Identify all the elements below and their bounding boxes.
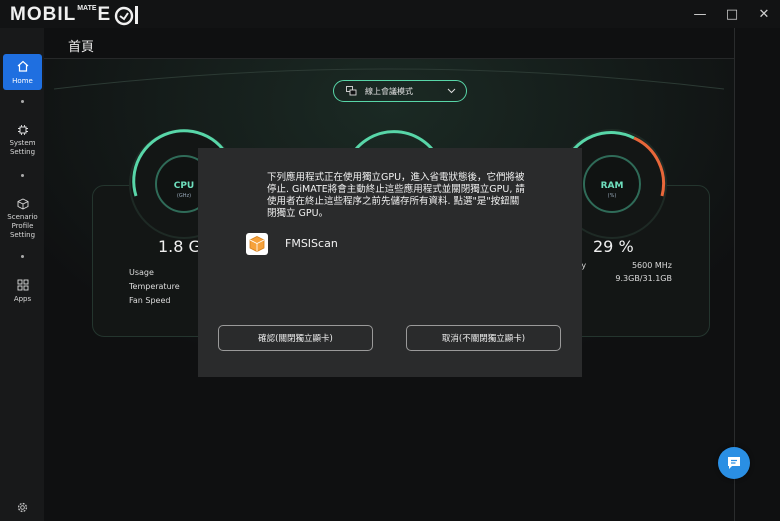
sidebar-item-label: Home xyxy=(12,77,33,85)
logo-superscript: MATE xyxy=(77,4,97,12)
sidebar-item-label: System Setting xyxy=(9,139,36,156)
sidebar-item-apps[interactable]: Apps xyxy=(3,279,42,309)
sidebar-item-home[interactable]: Home xyxy=(3,54,42,90)
dialog-message: 下列應用程式正在使用獨立GPU，進入省電狀態後，它們將被停止. GiMATE將會… xyxy=(267,172,525,219)
mode-select[interactable]: 線上會議模式 xyxy=(333,80,467,102)
sidebar-divider-dot xyxy=(21,174,24,177)
ram-stat-usage-value: 9.3GB/31.1GB xyxy=(615,274,672,283)
home-icon xyxy=(17,60,28,72)
cpu-stat-temperature: Temperature xyxy=(129,282,180,291)
chat-icon xyxy=(728,457,740,469)
logo-mark-icon xyxy=(115,6,139,26)
cpu-gauge-unit: (GHz) xyxy=(176,193,192,199)
logo-text-end: E xyxy=(97,4,112,25)
sidebar-divider-dot xyxy=(21,255,24,258)
cpu-stat-usage: Usage xyxy=(129,268,154,277)
cpu-gauge-label: CPU xyxy=(173,181,195,191)
sidebar-divider-dot xyxy=(21,100,24,103)
page-title: 首頁 xyxy=(68,40,95,55)
close-button[interactable]: ✕ xyxy=(748,0,780,28)
logo-text: MOBIL xyxy=(10,4,77,25)
sidebar-item-label: Apps xyxy=(13,295,32,303)
app-icon xyxy=(246,233,268,255)
right-panel xyxy=(734,28,780,521)
ram-gauge-label: RAM xyxy=(600,181,624,191)
gear-icon[interactable] xyxy=(17,502,28,513)
meeting-icon xyxy=(346,86,357,96)
app-logo: MOBIL MATE E xyxy=(10,4,141,26)
grid-icon xyxy=(17,279,28,291)
ram-value: 29 % xyxy=(593,237,634,256)
sidebar-item-label: Scenario Profile Setting xyxy=(7,213,38,239)
sidebar: Home System Setting Scenario Profile Set… xyxy=(0,28,44,521)
ram-gauge-unit: (%) xyxy=(607,193,617,199)
cpu-stat-fan-speed: Fan Speed xyxy=(129,296,171,305)
package-icon xyxy=(249,236,265,252)
mode-select-value: 線上會議模式 xyxy=(365,86,413,96)
confirm-button[interactable]: 確認(關閉獨立顯卡) xyxy=(218,325,373,351)
title-bar: MOBIL MATE E — □ ✕ xyxy=(0,0,780,28)
app-name: FMSIScan xyxy=(285,237,338,250)
chat-button[interactable] xyxy=(718,447,750,479)
cube-icon xyxy=(17,198,28,210)
gpu-dialog: 下列應用程式正在使用獨立GPU，進入省電狀態後，它們將被停止. GiMATE將會… xyxy=(198,148,582,377)
minimize-button[interactable]: — xyxy=(684,0,716,28)
ram-stat-frequency-value: 5600 MHz xyxy=(631,261,672,270)
sidebar-item-system-setting[interactable]: System Setting xyxy=(3,124,42,160)
sidebar-item-scenario-profile[interactable]: Scenario Profile Setting xyxy=(3,198,42,242)
chevron-down-icon xyxy=(447,88,456,94)
chip-icon xyxy=(17,125,28,135)
cancel-button[interactable]: 取消(不關閉獨立顯卡) xyxy=(406,325,561,351)
maximize-button[interactable]: □ xyxy=(716,0,748,28)
